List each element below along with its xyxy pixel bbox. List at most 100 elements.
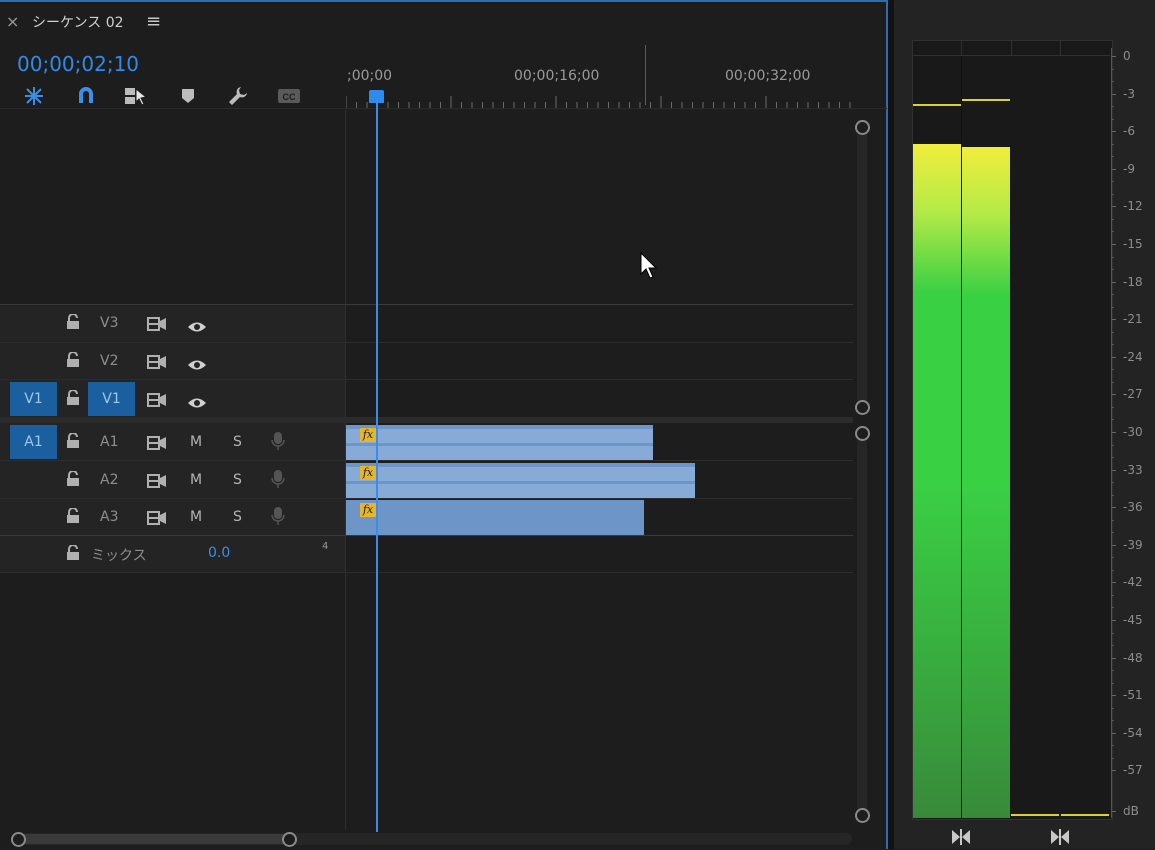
audio-clip-a3[interactable]: fx	[346, 500, 644, 535]
mix-track-label: ミックス	[91, 548, 147, 564]
lock-icon[interactable]	[66, 351, 80, 372]
db-scale-label: -54	[1123, 725, 1143, 740]
linked-selection-icon[interactable]	[124, 86, 148, 106]
close-tab-icon[interactable]: ×	[6, 12, 19, 31]
scroll-handle[interactable]	[855, 400, 870, 415]
solo-left-channel-button[interactable]	[950, 828, 972, 850]
scroll-handle[interactable]	[11, 832, 26, 847]
lock-icon[interactable]	[66, 507, 80, 528]
solo-button[interactable]: S	[233, 434, 242, 450]
track-name-v3[interactable]: V3	[100, 315, 118, 331]
playhead-handle[interactable]	[369, 90, 384, 103]
sync-lock-icon[interactable]	[147, 316, 167, 335]
track-separator	[0, 342, 853, 343]
wrench-icon[interactable]	[226, 86, 250, 106]
scroll-handle[interactable]	[855, 120, 870, 135]
microphone-icon[interactable]	[271, 506, 285, 530]
sync-lock-icon[interactable]	[147, 473, 167, 492]
peak-hold-indicator	[962, 98, 1010, 101]
track-separator	[0, 379, 853, 380]
magnet-icon[interactable]	[74, 86, 98, 106]
source-patch-v1[interactable]: V1	[10, 382, 57, 416]
meter-level-bar	[913, 143, 961, 818]
mute-button[interactable]: M	[190, 472, 202, 488]
db-scale-label: -6	[1123, 124, 1135, 139]
track-separator	[0, 460, 853, 461]
solo-button[interactable]: S	[233, 472, 242, 488]
db-scale-label: -21	[1123, 312, 1143, 327]
track-name-v2[interactable]: V2	[100, 353, 118, 369]
audio-clip-a2[interactable]: fx	[346, 463, 695, 498]
source-patch-a1[interactable]: A1	[10, 425, 57, 459]
eye-icon[interactable]	[187, 394, 207, 413]
db-scale-label: -30	[1123, 425, 1143, 439]
db-scale-label: -48	[1123, 650, 1143, 665]
scroll-handle[interactable]	[855, 808, 870, 823]
peak-hold-indicator	[1061, 814, 1109, 816]
microphone-icon[interactable]	[271, 469, 285, 493]
meter-level-bar	[962, 147, 1010, 818]
scroll-handle[interactable]	[855, 426, 870, 441]
lock-icon[interactable]	[66, 432, 80, 453]
marker-icon[interactable]	[176, 86, 200, 106]
track-name-a1[interactable]: A1	[100, 434, 118, 450]
track-name-a2[interactable]: A2	[100, 472, 118, 488]
audio-clip-a1[interactable]: fx	[346, 425, 653, 460]
eye-icon[interactable]	[187, 356, 207, 375]
track-separator	[0, 498, 853, 499]
ruler-label: 00;00;16;00	[514, 68, 600, 84]
ruler-label: ;00;00	[347, 68, 393, 84]
db-scale-label: -27	[1123, 387, 1143, 402]
db-scale-label: -18	[1123, 274, 1143, 289]
db-scale-label: 0	[1123, 49, 1131, 63]
track-separator	[0, 535, 853, 536]
track-separator	[0, 304, 853, 305]
lock-icon[interactable]	[66, 389, 80, 410]
sync-lock-icon[interactable]	[147, 354, 167, 373]
svg-text:CC: CC	[283, 92, 296, 102]
db-scale-label: dB	[1123, 804, 1139, 818]
track-name-a3[interactable]: A3	[100, 509, 118, 525]
panel-menu-icon[interactable]: ≡	[146, 11, 161, 32]
track-target-v1[interactable]: V1	[88, 382, 135, 416]
cc-icon[interactable]: CC	[277, 86, 301, 106]
panel-focus-border-top	[0, 0, 887, 2]
sync-lock-icon[interactable]	[147, 392, 167, 411]
playhead-line[interactable]	[376, 92, 378, 832]
scroll-handle[interactable]	[282, 832, 297, 847]
mute-button[interactable]: M	[190, 509, 202, 525]
audio-vertical-scrollbar[interactable]	[857, 428, 867, 820]
eye-icon[interactable]	[187, 318, 207, 337]
horizontal-scroll-thumb[interactable]	[18, 834, 290, 844]
mix-volume-value[interactable]: 0.0	[208, 545, 230, 561]
microphone-icon[interactable]	[271, 431, 285, 455]
mute-button[interactable]: M	[190, 434, 202, 450]
solo-right-channel-button[interactable]	[1049, 828, 1071, 850]
sync-lock-icon[interactable]	[147, 435, 167, 454]
db-scale-label: -15	[1123, 237, 1143, 251]
fx-badge: fx	[360, 503, 376, 517]
playhead-timecode[interactable]: 00;00;02;10	[17, 52, 139, 76]
lock-icon[interactable]	[66, 313, 80, 334]
ruler-label: 00;00;32;00	[725, 68, 811, 84]
db-scale-label: -39	[1123, 537, 1143, 552]
lock-icon[interactable]	[66, 470, 80, 491]
mouse-cursor-icon	[640, 251, 658, 284]
clip-indicators[interactable]	[913, 41, 1110, 56]
time-ruler[interactable]	[346, 96, 856, 108]
sequence-tab-title[interactable]: シーケンス 02	[32, 12, 124, 32]
peak-hold-indicator	[913, 103, 961, 106]
scale-axis	[1111, 48, 1112, 818]
sync-lock-icon[interactable]	[147, 510, 167, 529]
solo-button[interactable]: S	[233, 509, 242, 525]
db-scale-label: -45	[1123, 613, 1143, 627]
fx-badge: fx	[360, 466, 376, 480]
peak-hold-indicator	[1011, 814, 1059, 816]
lock-icon[interactable]	[66, 544, 80, 565]
db-scale-label: -24	[1123, 349, 1143, 364]
db-scale-label: -9	[1123, 161, 1135, 176]
video-vertical-scrollbar[interactable]	[857, 120, 867, 410]
db-scale-label: -36	[1123, 500, 1143, 515]
insert-snap-icon[interactable]	[22, 86, 46, 106]
db-scale-label: -42	[1123, 575, 1143, 590]
